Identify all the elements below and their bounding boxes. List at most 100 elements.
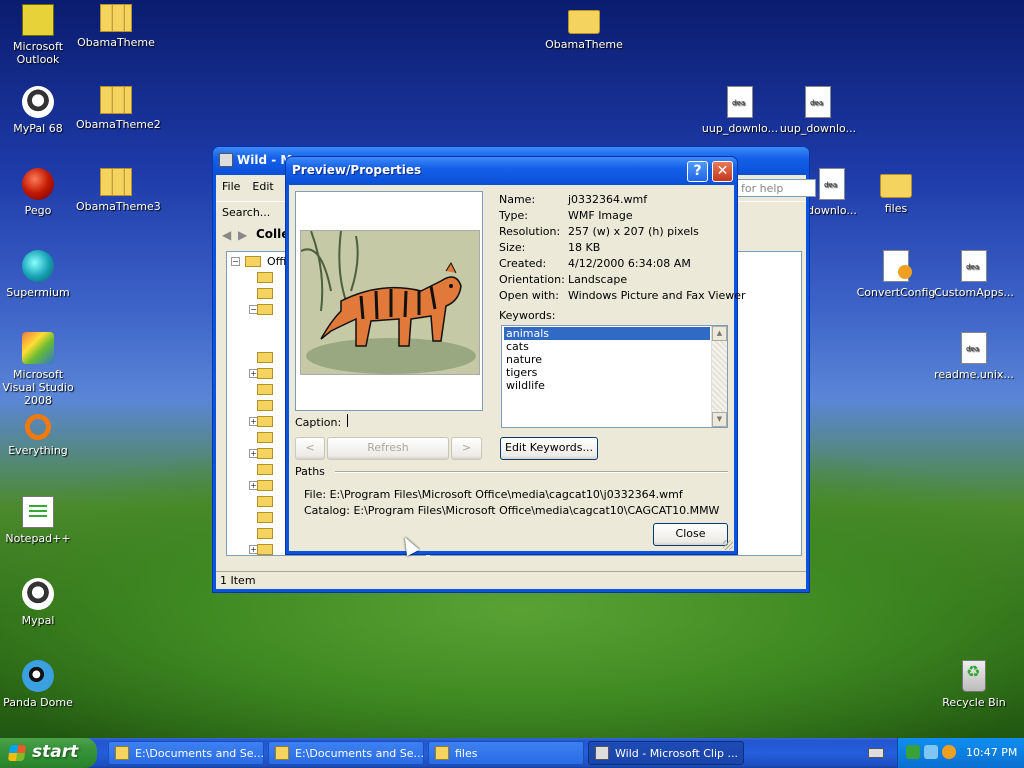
outlook-icon	[22, 4, 54, 36]
folder-icon[interactable]	[257, 512, 273, 523]
desktop-icon-pego[interactable]: Pego	[0, 168, 78, 217]
taskbar-button[interactable]: E:\Documents and Se...	[108, 741, 264, 765]
paths-divider	[335, 471, 728, 472]
close-button[interactable]: Close	[653, 523, 728, 546]
clock[interactable]: 10:47 PM	[966, 746, 1017, 759]
caption-input[interactable]	[345, 411, 485, 431]
preview-frame	[295, 191, 483, 411]
document-icon	[961, 250, 987, 282]
folder-icon[interactable]	[257, 288, 273, 299]
red-ball-icon	[22, 168, 54, 200]
refresh-button[interactable]: Refresh	[327, 437, 449, 460]
network-icon[interactable]	[906, 745, 920, 759]
desktop-icon-recycle-bin[interactable]: Recycle Bin	[934, 660, 1014, 709]
keyword-item[interactable]: wildlife	[504, 379, 547, 392]
desktop-icon-obamatheme-folder[interactable]: ObamaTheme	[544, 4, 624, 51]
file-path: File: E:\Program Files\Microsoft Office\…	[304, 488, 683, 501]
folder-icon[interactable]	[257, 448, 273, 459]
desktop-icon-visual-studio[interactable]: Microsoft Visual Studio 2008	[0, 332, 78, 407]
back-arrow-icon[interactable]: ◀	[222, 228, 231, 242]
folder-icon[interactable]	[257, 272, 273, 283]
search-icon[interactable]	[942, 745, 956, 759]
close-icon[interactable]: ✕	[712, 161, 733, 182]
volume-icon[interactable]	[924, 745, 938, 759]
scroll-down-icon[interactable]: ▼	[712, 412, 727, 427]
start-button[interactable]: start	[0, 738, 97, 768]
resize-grip[interactable]	[723, 540, 733, 550]
keywords-list[interactable]: animals cats nature tigers wildlife ▲ ▼	[501, 325, 728, 428]
desktop-icon-notepadpp[interactable]: Notepad++	[0, 496, 78, 545]
keywords-scrollbar[interactable]: ▲ ▼	[711, 326, 727, 427]
taskbar-button-active[interactable]: Wild - Microsoft Clip ...	[588, 741, 744, 765]
zip-folder-icon	[100, 168, 132, 196]
folder-icon	[435, 746, 449, 760]
folder-icon[interactable]	[257, 528, 273, 539]
system-tray: 10:47 PM	[897, 738, 1024, 768]
folder-icon[interactable]	[257, 368, 273, 379]
desktop-icon-panda-dome[interactable]: Panda Dome	[0, 660, 78, 709]
desktop-icon-mypal68[interactable]: MyPal 68	[0, 86, 78, 135]
menu-edit[interactable]: Edit	[246, 177, 279, 196]
visual-studio-icon	[22, 332, 54, 364]
desktop-icon-readme-unix[interactable]: readme.unix...	[934, 332, 1014, 381]
keyword-item[interactable]: animals	[504, 327, 710, 340]
supermium-icon	[22, 250, 54, 282]
raccoon-icon	[22, 86, 54, 118]
taskbar-button[interactable]: E:\Documents and Se...	[268, 741, 424, 765]
desktop-icon-obamatheme3[interactable]: ObamaTheme3	[76, 168, 161, 213]
ask-help-input[interactable]: for help	[736, 179, 816, 197]
keyword-item[interactable]: nature	[504, 353, 544, 366]
folder-icon[interactable]	[257, 544, 273, 555]
folder-icon[interactable]	[257, 464, 273, 475]
dialog-client: Name: j0332364.wmf Type: WMF Image Resolut…	[289, 185, 746, 551]
paths-label: Paths	[295, 465, 325, 478]
desktop-icon-files[interactable]: files	[856, 168, 936, 215]
desktop-icon-obamatheme2[interactable]: ObamaTheme2	[76, 86, 161, 131]
next-button[interactable]: >	[451, 437, 482, 460]
desktop-icon-uup-1[interactable]: uup_downlo...	[700, 86, 780, 135]
desktop-icon-mypal[interactable]: Mypal	[0, 578, 78, 627]
folder-icon[interactable]	[257, 400, 273, 411]
document-icon	[805, 86, 831, 118]
desktop-icon-everything[interactable]: Everything	[0, 414, 78, 457]
desktop-icon-customapps[interactable]: CustomApps...	[934, 250, 1014, 299]
clip-organizer-icon	[219, 153, 233, 167]
desktop-icon-uup-2[interactable]: uup_downlo...	[778, 86, 858, 135]
preview-properties-dialog[interactable]: Preview/Properties ? ✕ Name: j0332364.wmf	[285, 156, 746, 555]
document-icon	[727, 86, 753, 118]
tiger-illustration	[301, 231, 479, 374]
help-button[interactable]: ?	[687, 161, 708, 182]
dialog-titlebar[interactable]: Preview/Properties ? ✕	[286, 157, 737, 185]
clip-organizer-icon	[595, 746, 609, 760]
folder-icon[interactable]	[257, 432, 273, 443]
folder-icon[interactable]	[257, 416, 273, 427]
keyword-item[interactable]: tigers	[504, 366, 539, 379]
search-button[interactable]: Search...	[222, 206, 270, 219]
forward-arrow-icon[interactable]: ▶	[238, 228, 247, 242]
desktop-icon-obamatheme[interactable]: ObamaTheme	[76, 4, 156, 49]
folder-icon[interactable]	[257, 384, 273, 395]
edit-keywords-button[interactable]: Edit Keywords...	[500, 437, 598, 460]
panda-icon	[22, 660, 54, 692]
menu-bar: File Edit	[216, 177, 280, 197]
folder-icon	[245, 256, 261, 267]
desktop-icon-outlook[interactable]: Microsoft Outlook	[0, 4, 78, 66]
zip-folder-icon	[100, 4, 132, 32]
folder-icon[interactable]	[257, 352, 273, 363]
folder-icon	[880, 174, 912, 198]
status-text: 1 Item	[220, 574, 256, 587]
keyword-item[interactable]: cats	[504, 340, 531, 353]
desktop-icon-convertconfig[interactable]: ConvertConfig	[856, 250, 936, 299]
folder-icon[interactable]	[257, 480, 273, 491]
tree-collapse-icon[interactable]: −	[231, 257, 240, 266]
tiger-clipart-image	[300, 230, 480, 375]
folder-icon	[568, 10, 600, 34]
folder-icon[interactable]	[257, 304, 273, 315]
desktop-icon-supermium[interactable]: Supermium	[0, 250, 78, 299]
scroll-up-icon[interactable]: ▲	[712, 326, 727, 341]
taskbar-button[interactable]: files	[428, 741, 584, 765]
keyboard-icon[interactable]	[868, 748, 884, 758]
menu-file[interactable]: File	[216, 177, 246, 196]
folder-icon[interactable]	[257, 496, 273, 507]
previous-button[interactable]: <	[295, 437, 325, 460]
